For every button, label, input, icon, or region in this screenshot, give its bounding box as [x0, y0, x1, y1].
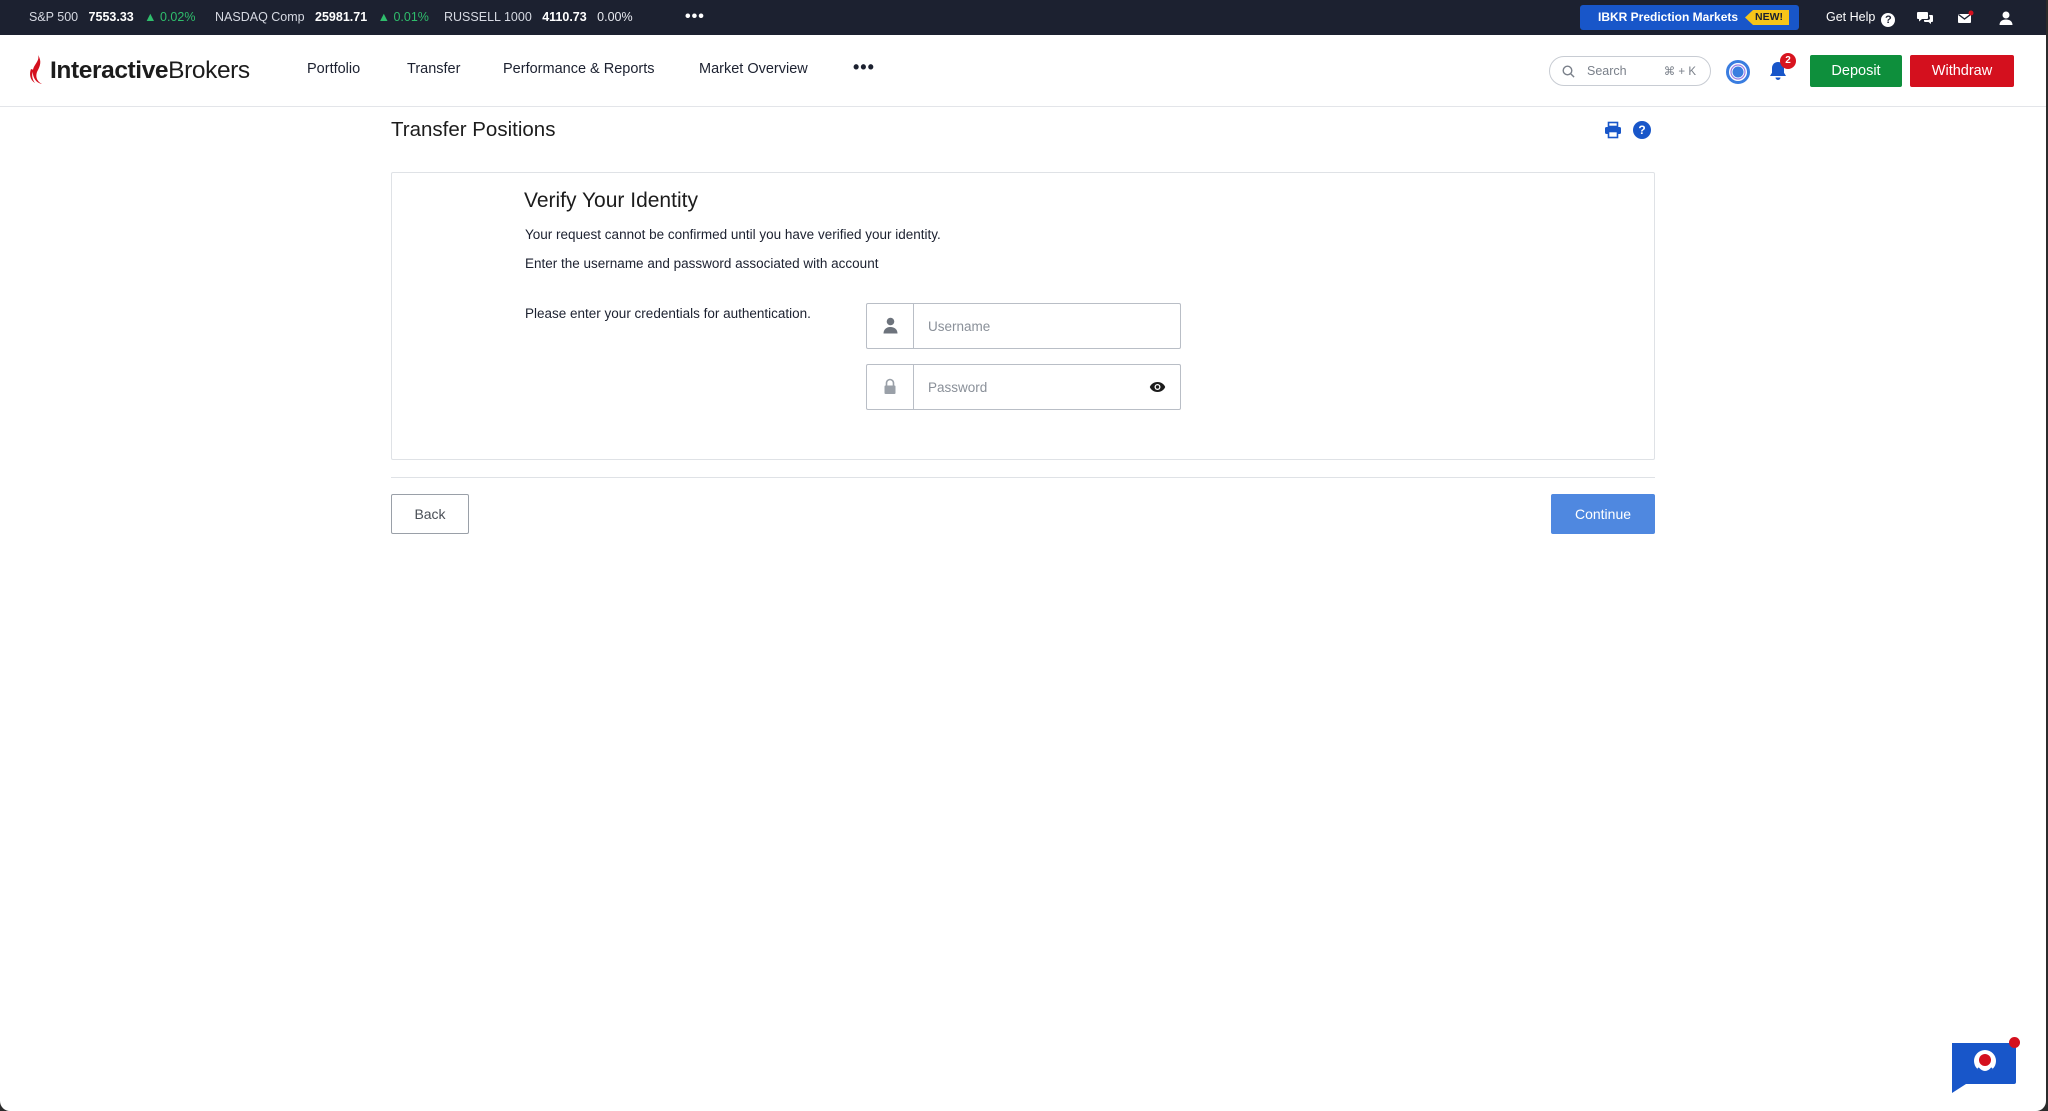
help-icon[interactable]: ? — [1633, 121, 1651, 139]
user-icon — [883, 317, 898, 334]
nav-portfolio[interactable]: Portfolio — [307, 61, 360, 77]
get-help-button[interactable]: Get Help? — [1826, 0, 1896, 35]
verify-message: Your request cannot be confirmed until y… — [525, 227, 941, 242]
withdraw-button[interactable]: Withdraw — [1910, 55, 2014, 87]
verify-identity-heading: Verify Your Identity — [524, 189, 698, 212]
notification-count-badge: 2 — [1780, 53, 1796, 69]
password-field[interactable] — [866, 364, 1181, 410]
page: S&P 500 7553.33 ▲ 0.02% NASDAQ Comp 2598… — [0, 0, 2046, 1111]
main-navigation: InteractiveBrokers Portfolio Transfer Pe… — [0, 35, 2046, 107]
search-box[interactable]: Search ⌘ + K — [1549, 56, 1711, 86]
nav-more-button[interactable]: ••• — [853, 57, 875, 78]
nav-market-overview[interactable]: Market Overview — [699, 61, 808, 77]
search-placeholder: Search — [1587, 64, 1627, 78]
password-addon — [867, 365, 914, 409]
ticker-more-button[interactable]: ••• — [685, 0, 705, 35]
help-circle-icon: ? — [1881, 13, 1896, 27]
username-addon — [867, 304, 914, 348]
deposit-button[interactable]: Deposit — [1810, 55, 1902, 87]
market-ticker-bar: S&P 500 7553.33 ▲ 0.02% NASDAQ Comp 2598… — [0, 0, 2046, 35]
mail-icon[interactable] — [1956, 9, 1974, 27]
ticker-item-sp500[interactable]: S&P 500 7553.33 ▲ 0.02% — [29, 0, 195, 35]
nav-performance-reports[interactable]: Performance & Reports — [503, 61, 655, 77]
notifications-button[interactable]: 2 — [1766, 53, 1796, 85]
nav-transfer[interactable]: Transfer — [407, 61, 460, 77]
username-field[interactable] — [866, 303, 1181, 349]
credentials-label: Please enter your credentials for authen… — [525, 306, 811, 321]
chat-unread-dot — [2009, 1037, 2020, 1048]
lock-icon — [884, 378, 896, 394]
continue-button[interactable]: Continue — [1551, 494, 1655, 534]
page-title: Transfer Positions — [391, 118, 556, 141]
prediction-markets-button[interactable]: IBKR Prediction Markets NEW! — [1580, 5, 1799, 30]
chat-support-icon — [1952, 1043, 2016, 1093]
search-shortcut: ⌘ + K — [1663, 66, 1696, 78]
new-badge: NEW! — [1745, 10, 1789, 25]
ticker-item-russell[interactable]: RUSSELL 1000 4110.73 0.00% — [444, 0, 633, 35]
back-button[interactable]: Back — [391, 494, 469, 534]
search-icon — [1562, 65, 1575, 78]
print-icon[interactable] — [1604, 121, 1622, 139]
ticker-item-nasdaq[interactable]: NASDAQ Comp 25981.71 ▲ 0.01% — [215, 0, 429, 35]
ib-flame-icon — [30, 55, 42, 84]
password-input[interactable] — [928, 376, 1128, 398]
username-input[interactable] — [928, 315, 1128, 337]
verify-instructions: Enter the username and password associat… — [525, 256, 879, 271]
chat-support-button[interactable] — [1952, 1037, 2020, 1093]
chat-bubbles-icon[interactable] — [1916, 9, 1934, 27]
assistant-ring-icon[interactable] — [1725, 59, 1751, 85]
show-password-eye-icon[interactable] — [1149, 380, 1166, 394]
section-divider — [391, 477, 1655, 478]
user-profile-icon[interactable] — [1997, 9, 2015, 27]
